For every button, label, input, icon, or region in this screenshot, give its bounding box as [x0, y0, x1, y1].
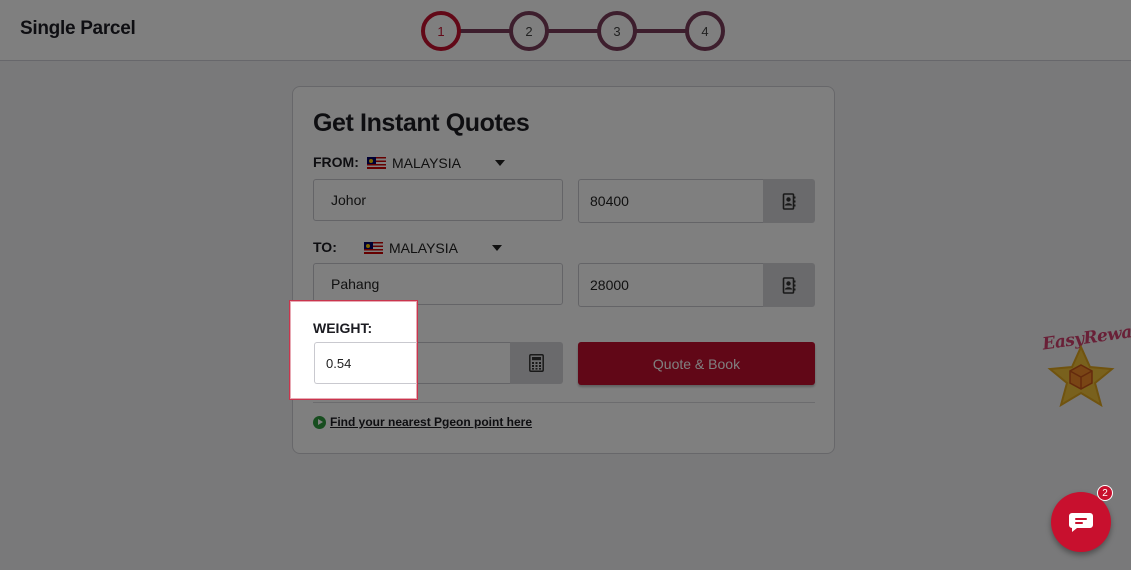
from-country-select[interactable]: MALAYSIA: [367, 155, 505, 171]
step-2[interactable]: 2: [509, 11, 549, 51]
weight-highlight-box: WEIGHT: 0.54: [289, 300, 418, 400]
easy-reward-widget[interactable]: EasyReward: [1038, 319, 1131, 408]
to-postcode-field[interactable]: 28000: [578, 263, 764, 307]
chat-unread-badge: 2: [1097, 485, 1113, 501]
progress-stepper: 1 2 3 4: [421, 11, 726, 51]
to-country-value: MALAYSIA: [389, 240, 458, 256]
from-country-value: MALAYSIA: [392, 155, 461, 171]
from-address-book-button[interactable]: [763, 179, 815, 223]
star-box-icon: [1047, 345, 1115, 407]
chevron-down-icon: [495, 160, 505, 166]
location-play-icon: [313, 415, 326, 429]
weight-label: WEIGHT:: [313, 320, 373, 336]
pgeon-link-text: Find your nearest Pgeon point here: [330, 415, 533, 429]
to-country-select[interactable]: MALAYSIA: [364, 240, 502, 256]
to-address-book-button[interactable]: [763, 263, 815, 307]
step-3[interactable]: 3: [597, 11, 637, 51]
from-state-field[interactable]: Johor: [313, 179, 563, 221]
quote-and-book-button[interactable]: Quote & Book: [578, 342, 815, 385]
chevron-down-icon: [492, 245, 502, 251]
address-book-icon: [782, 192, 796, 210]
malaysia-flag-icon: [364, 242, 383, 254]
malaysia-flag-icon: [367, 157, 386, 169]
address-book-icon: [782, 276, 796, 294]
weight-input[interactable]: 0.54: [314, 342, 417, 384]
from-label: FROM:: [313, 154, 359, 170]
quote-title: Get Instant Quotes: [313, 109, 530, 137]
chat-icon: [1069, 513, 1093, 532]
from-postcode-field[interactable]: 80400: [578, 179, 764, 223]
step-4[interactable]: 4: [685, 11, 725, 51]
pgeon-point-link[interactable]: Find your nearest Pgeon point here: [313, 415, 532, 429]
step-connector: [459, 29, 513, 33]
calculator-icon: [529, 354, 544, 372]
weight-calculator-button[interactable]: [510, 342, 563, 384]
to-state-field[interactable]: Pahang: [313, 263, 563, 305]
to-label: TO:: [313, 239, 337, 255]
top-header: Single Parcel 1 2 3 4: [0, 0, 1131, 61]
page-title: Single Parcel: [20, 18, 136, 39]
chat-button[interactable]: [1051, 492, 1111, 552]
step-connector: [635, 29, 689, 33]
divider: [313, 402, 815, 403]
step-connector: [547, 29, 601, 33]
step-1[interactable]: 1: [421, 11, 461, 51]
